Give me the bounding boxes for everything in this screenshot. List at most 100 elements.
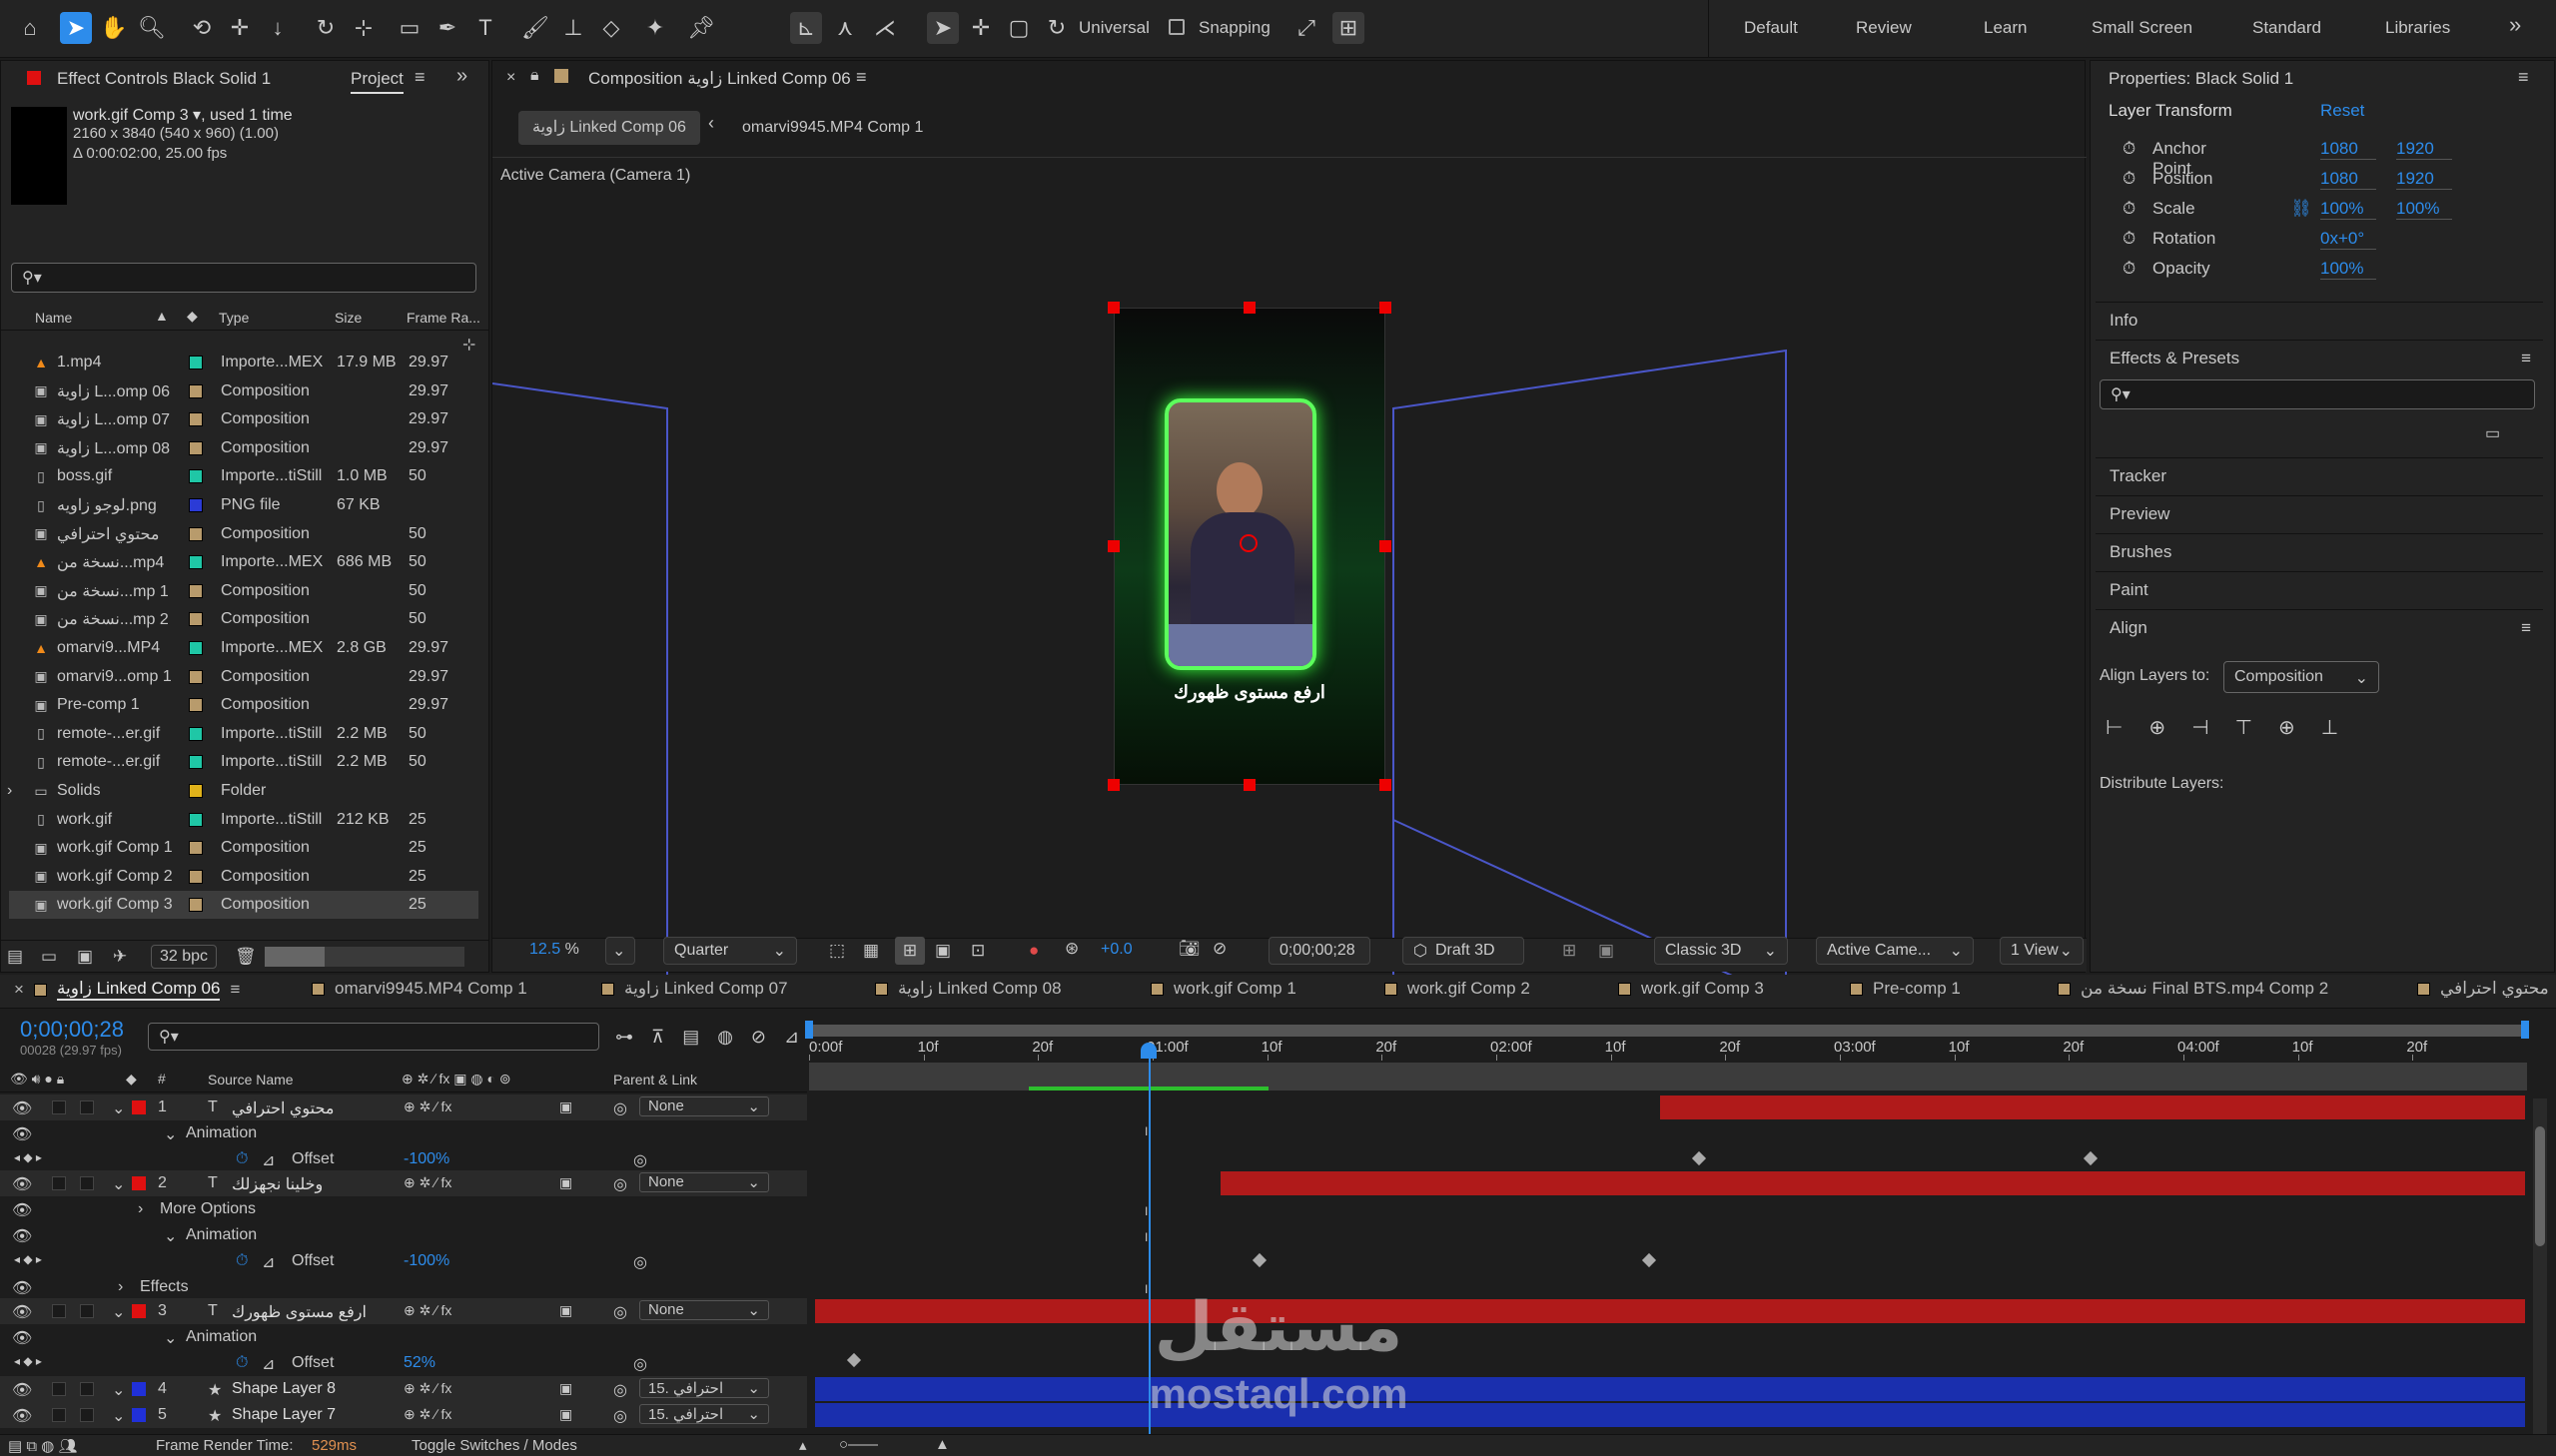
solo-box[interactable]	[52, 1382, 66, 1396]
layer-bar[interactable]	[815, 1377, 2525, 1401]
expand-group-icon[interactable]: ⌄	[164, 1226, 177, 1246]
dolly-camera-icon[interactable]: ↓	[262, 12, 294, 44]
layer-bar[interactable]	[1660, 1095, 2525, 1119]
expand-group-icon[interactable]: ›	[138, 1200, 143, 1218]
expand-panels-icon[interactable]: »	[456, 65, 467, 88]
project-item[interactable]: ▣ محتوي احترافي Composition 50	[9, 520, 478, 548]
lock-box[interactable]	[80, 1382, 94, 1396]
panel-menu-icon[interactable]: ≡	[415, 67, 426, 88]
property-group-row[interactable]: 👁 ⌄ Animation	[0, 1324, 807, 1350]
property-group-row[interactable]: 👁 ⌄ Animation	[0, 1222, 807, 1248]
resolution-select[interactable]: Quarter ⌄	[663, 937, 797, 965]
camera-select[interactable]: Active Came... ⌄	[1816, 937, 1974, 965]
align-vcenter-icon[interactable]: ⊕	[2278, 715, 2295, 740]
graph-icon[interactable]: ⊿	[262, 1354, 275, 1374]
label-swatch[interactable]	[189, 412, 203, 427]
parent-select[interactable]: None ⌄	[639, 1096, 769, 1116]
label-swatch[interactable]	[189, 755, 203, 770]
label-swatch[interactable]	[189, 498, 203, 512]
solo-box[interactable]	[52, 1176, 66, 1190]
label-swatch[interactable]	[189, 841, 203, 856]
select-arrow-icon[interactable]: ➤	[927, 12, 959, 44]
effects-search-input[interactable]: ⚲▾	[2100, 379, 2535, 409]
label-swatch[interactable]	[189, 869, 203, 884]
selection-handle[interactable]	[1108, 302, 1120, 314]
label-swatch[interactable]	[189, 383, 203, 398]
label-swatch[interactable]	[189, 555, 203, 570]
shy-layers-icon[interactable]: ▤	[682, 1027, 699, 1048]
project-item[interactable]: ▣ work.gif Comp 1 Composition 25	[9, 834, 478, 862]
label-column-icon[interactable]: ◆	[187, 308, 198, 325]
lock-icon[interactable]: 🔒︎	[530, 67, 539, 85]
project-item[interactable]: ▯ لوجو زاويه.png PNG file 67 KB	[9, 491, 478, 519]
layer-transform-heading[interactable]: Layer Transform	[2109, 101, 2232, 121]
3d-view-icon[interactable]: ⊡	[971, 941, 985, 961]
orbit-camera-icon[interactable]: ⟲	[186, 12, 218, 44]
timeline-tab[interactable]: زاوية Linked Comp 08	[875, 979, 1062, 999]
lock-box[interactable]	[80, 1100, 94, 1114]
layer-bar[interactable]	[1221, 1171, 2525, 1195]
item-dropdown-icon[interactable]: ▾	[189, 107, 201, 124]
layer-switches[interactable]: ⊕ ✲ ∕ fx	[404, 1302, 451, 1319]
stopwatch-icon[interactable]: ⏱	[2123, 259, 2135, 279]
anchor-point-tool-icon[interactable]: ⊹	[348, 12, 380, 44]
property-row[interactable]: ◂ ◆ ▸ ⏱ ⊿ Offset 52% ◎	[0, 1350, 807, 1376]
selection-handle[interactable]	[1379, 540, 1391, 552]
flowchart-icon[interactable]: ⊹	[462, 335, 475, 355]
project-item[interactable]: ▲ نسخة من...mp4 Importe...MEX 686 MB 50	[9, 548, 478, 576]
stopwatch-icon[interactable]: ⏱	[2123, 229, 2135, 249]
color-management-icon[interactable]: ⊛	[1065, 939, 1079, 959]
pickwhip-icon[interactable]: ◎	[613, 1380, 627, 1400]
project-item[interactable]: ▣ زاوية L...omp 08 Composition 29.97	[9, 434, 478, 462]
layer-name[interactable]: Shape Layer 7	[232, 1406, 336, 1424]
project-item[interactable]: ▲ omarvi9...MP4 Importe...MEX 2.8 GB 29.97	[9, 634, 478, 662]
parent-select[interactable]: 15. احترافي ⌄	[639, 1404, 769, 1424]
visibility-eye-icon[interactable]: 👁	[12, 1302, 32, 1322]
draft-3d-toggle-icon[interactable]: ⊼	[651, 1027, 664, 1048]
puppet-pin-icon[interactable]: 📌︎	[685, 12, 717, 44]
rotate-tool-icon[interactable]: ↻	[310, 12, 342, 44]
grid-guides-icon[interactable]: ⊞	[895, 937, 925, 965]
expand-layer-icon[interactable]: ⌄	[112, 1174, 125, 1194]
pan-camera-icon[interactable]: ✛	[224, 12, 256, 44]
preview-section[interactable]: Preview	[2096, 495, 2543, 531]
property-value[interactable]: -100%	[404, 1252, 449, 1270]
snapping-checkbox[interactable]	[1169, 19, 1185, 35]
property-value[interactable]: 1920	[2396, 139, 2452, 160]
layer-label-swatch[interactable]	[132, 1408, 146, 1422]
layer-row[interactable]: 👁 ⌄ 1 T محتوي احترافي ⊕ ✲ ∕ fx ▣ ◎ None ⌄	[0, 1094, 807, 1120]
hand-tool-icon[interactable]: ✋	[98, 12, 130, 44]
property-row[interactable]: ◂ ◆ ▸ ⏱ ⊿ Offset -100% ◎	[0, 1248, 807, 1274]
tracker-section[interactable]: Tracker	[2096, 457, 2543, 493]
rotate-universal-icon[interactable]: ↻	[1041, 12, 1073, 44]
info-section[interactable]: Info	[2096, 302, 2543, 338]
label-swatch[interactable]	[189, 583, 203, 598]
selection-tool-icon[interactable]: ➤	[60, 12, 92, 44]
layer-row[interactable]: 👁 ⌄ 3 T ارفع مستوى ظهورك ⊕ ✲ ∕ fx ▣ ◎ None ⌄	[0, 1298, 807, 1324]
visibility-eye-icon[interactable]: 👁	[12, 1124, 32, 1144]
align-top-icon[interactable]: ⊤	[2235, 715, 2252, 740]
expand-folder-icon[interactable]: ›	[7, 782, 12, 800]
brush-tool-icon[interactable]: 🖌︎	[519, 12, 551, 44]
frame-blending-icon[interactable]: ◍	[717, 1027, 733, 1048]
parent-select[interactable]: None ⌄	[639, 1300, 769, 1320]
timeline-tab[interactable]: محتوي احترافي	[2417, 979, 2549, 999]
property-value[interactable]: 1080	[2320, 139, 2376, 160]
expand-group-icon[interactable]: ⌄	[164, 1328, 177, 1348]
type-tool-icon[interactable]: T	[469, 12, 501, 44]
3d-layer-switch[interactable]: ▣	[559, 1098, 572, 1115]
keyframe-navigator[interactable]: ◂ ◆ ▸	[14, 1252, 42, 1266]
graph-icon[interactable]: ⊿	[262, 1150, 275, 1170]
label-swatch[interactable]	[189, 669, 203, 684]
timeline-tab[interactable]: Pre-comp 1	[1850, 979, 1961, 999]
keyframe-navigator[interactable]: ◂ ◆ ▸	[14, 1150, 42, 1164]
view-axis-icon[interactable]: ⋌	[869, 12, 901, 44]
world-axis-icon[interactable]: ⋏	[829, 12, 861, 44]
project-item[interactable]: ▣ omarvi9...omp 1 Composition 29.97	[9, 663, 478, 691]
col-source-name[interactable]: Source Name	[208, 1072, 294, 1088]
layer-switches[interactable]: ⊕ ✲ ∕ fx	[404, 1174, 451, 1191]
layer-label-swatch[interactable]	[132, 1176, 146, 1190]
property-value[interactable]: 52%	[404, 1354, 435, 1372]
expression-pickwhip-icon[interactable]: ◎	[633, 1252, 647, 1272]
scrollbar-thumb[interactable]	[2535, 1126, 2545, 1246]
